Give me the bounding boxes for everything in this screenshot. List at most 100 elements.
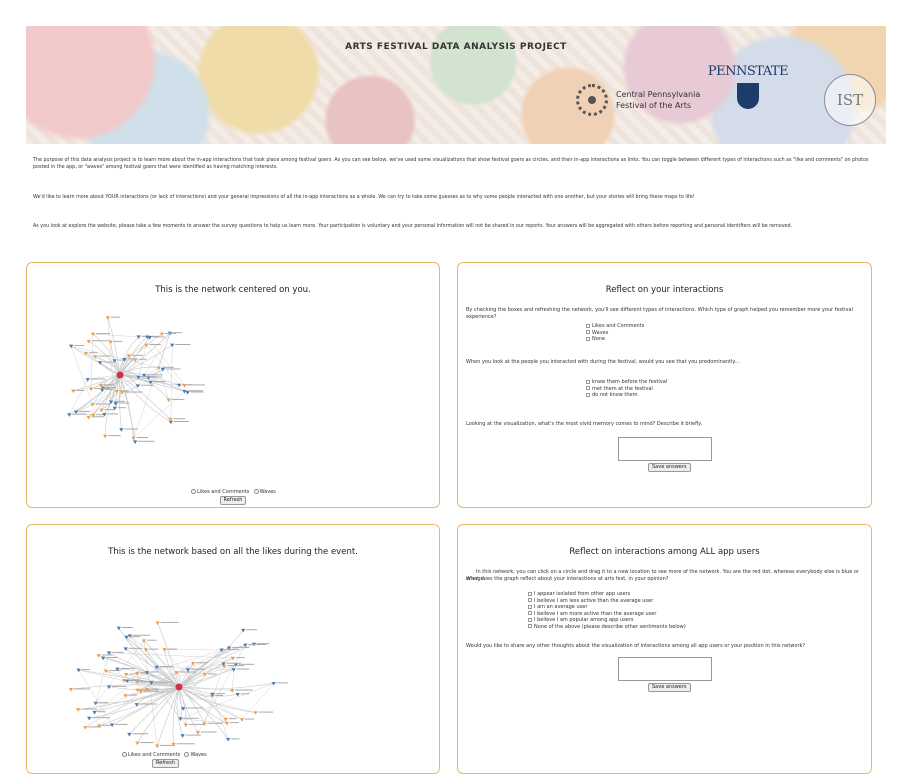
node-label bbox=[98, 356, 110, 357]
checkbox-option[interactable]: None bbox=[586, 336, 644, 343]
network-node[interactable] bbox=[177, 384, 181, 388]
node-label bbox=[237, 669, 250, 670]
network-node[interactable] bbox=[135, 703, 139, 707]
panel-title: This is the network centered on you. bbox=[27, 285, 439, 295]
network-node[interactable] bbox=[225, 722, 229, 726]
checkbox[interactable] bbox=[586, 386, 590, 390]
network-node[interactable] bbox=[240, 718, 244, 722]
checkbox[interactable] bbox=[586, 330, 590, 334]
network-node[interactable] bbox=[85, 378, 89, 382]
all-likes-network-graph[interactable] bbox=[57, 565, 397, 755]
network-node[interactable] bbox=[230, 689, 234, 693]
node-label bbox=[188, 384, 206, 385]
ego-network-graph[interactable] bbox=[35, 301, 235, 481]
network-node[interactable] bbox=[182, 384, 186, 388]
network-node[interactable] bbox=[161, 368, 165, 372]
network-node[interactable] bbox=[184, 723, 188, 727]
network-node[interactable] bbox=[119, 428, 123, 432]
node-label bbox=[132, 733, 148, 734]
network-node[interactable] bbox=[171, 743, 175, 747]
network-link bbox=[133, 391, 184, 438]
checkbox-option[interactable]: do not know them bbox=[586, 392, 667, 399]
waves-radio[interactable] bbox=[184, 752, 189, 757]
network-node[interactable] bbox=[90, 403, 94, 407]
network-node[interactable] bbox=[107, 651, 111, 655]
network-node[interactable] bbox=[155, 622, 159, 626]
intro-paragraph: We'd like to learn more about YOUR inter… bbox=[33, 194, 883, 201]
network-node[interactable] bbox=[144, 648, 148, 652]
network-node[interactable] bbox=[92, 711, 96, 715]
checkbox[interactable] bbox=[528, 624, 532, 628]
network-node[interactable] bbox=[93, 702, 97, 706]
checkbox[interactable] bbox=[586, 380, 590, 384]
checkbox[interactable] bbox=[528, 605, 532, 609]
node-label bbox=[186, 735, 201, 736]
network-node[interactable] bbox=[87, 717, 91, 721]
network-node[interactable] bbox=[86, 416, 90, 420]
node-label bbox=[147, 374, 162, 375]
network-node[interactable] bbox=[191, 662, 195, 666]
network-node[interactable] bbox=[180, 734, 184, 738]
network-node[interactable] bbox=[76, 708, 80, 712]
checkbox[interactable] bbox=[586, 324, 590, 328]
network-node[interactable] bbox=[99, 409, 103, 413]
node-label bbox=[122, 627, 133, 628]
network-node[interactable] bbox=[133, 440, 137, 444]
node-label bbox=[92, 340, 109, 341]
network-node[interactable] bbox=[103, 435, 107, 439]
node-label bbox=[114, 401, 125, 402]
network-node[interactable] bbox=[117, 627, 121, 631]
checkbox[interactable] bbox=[586, 337, 590, 341]
save-answers-button[interactable]: Save answers bbox=[648, 463, 691, 472]
network-node[interactable] bbox=[123, 694, 127, 698]
network-node[interactable] bbox=[196, 731, 200, 735]
network-node[interactable] bbox=[106, 316, 110, 320]
node-label bbox=[196, 662, 207, 663]
node-label bbox=[141, 385, 154, 386]
network-node[interactable] bbox=[115, 390, 119, 394]
network-node[interactable] bbox=[169, 421, 173, 425]
waves-radio[interactable] bbox=[254, 489, 259, 494]
network-node[interactable] bbox=[226, 738, 230, 742]
checkbox[interactable] bbox=[586, 393, 590, 397]
checkbox[interactable] bbox=[528, 611, 532, 615]
network-link bbox=[85, 687, 179, 727]
network-node[interactable] bbox=[71, 390, 75, 394]
node-label bbox=[92, 717, 110, 718]
network-node[interactable] bbox=[136, 384, 140, 388]
checkbox-option[interactable]: None of the above (please describe other… bbox=[528, 624, 686, 631]
network-node[interactable] bbox=[253, 711, 257, 715]
network-node[interactable] bbox=[108, 341, 112, 345]
checkbox[interactable] bbox=[528, 618, 532, 622]
you-node[interactable] bbox=[176, 684, 183, 691]
network-node[interactable] bbox=[170, 344, 174, 348]
likes-radio[interactable] bbox=[122, 752, 127, 757]
network-node[interactable] bbox=[83, 726, 87, 730]
network-node[interactable] bbox=[155, 745, 159, 749]
network-node[interactable] bbox=[67, 413, 71, 417]
network-node[interactable] bbox=[135, 742, 139, 746]
network-node[interactable] bbox=[178, 717, 182, 721]
network-node[interactable] bbox=[167, 398, 171, 402]
checkbox[interactable] bbox=[528, 592, 532, 596]
node-label bbox=[106, 387, 116, 388]
thoughts-textarea[interactable] bbox=[618, 657, 712, 681]
memory-textarea[interactable] bbox=[618, 437, 712, 461]
network-link bbox=[242, 683, 274, 719]
node-label bbox=[103, 362, 115, 363]
likes-radio[interactable] bbox=[191, 489, 196, 494]
node-label bbox=[127, 358, 137, 359]
network-node[interactable] bbox=[86, 340, 90, 344]
network-node[interactable] bbox=[224, 718, 228, 722]
save-answers-button[interactable]: Save answers bbox=[648, 683, 691, 692]
you-node[interactable] bbox=[117, 372, 124, 379]
likes-radio-label: Likes and Comments bbox=[197, 489, 249, 495]
network-node[interactable] bbox=[160, 333, 164, 337]
network-node[interactable] bbox=[89, 388, 93, 392]
checkbox[interactable] bbox=[528, 598, 532, 602]
network-node[interactable] bbox=[127, 733, 131, 737]
network-node[interactable] bbox=[185, 391, 189, 395]
network-node[interactable] bbox=[69, 688, 73, 692]
refresh-button[interactable]: Refresh bbox=[220, 496, 247, 505]
node-label bbox=[129, 648, 143, 649]
